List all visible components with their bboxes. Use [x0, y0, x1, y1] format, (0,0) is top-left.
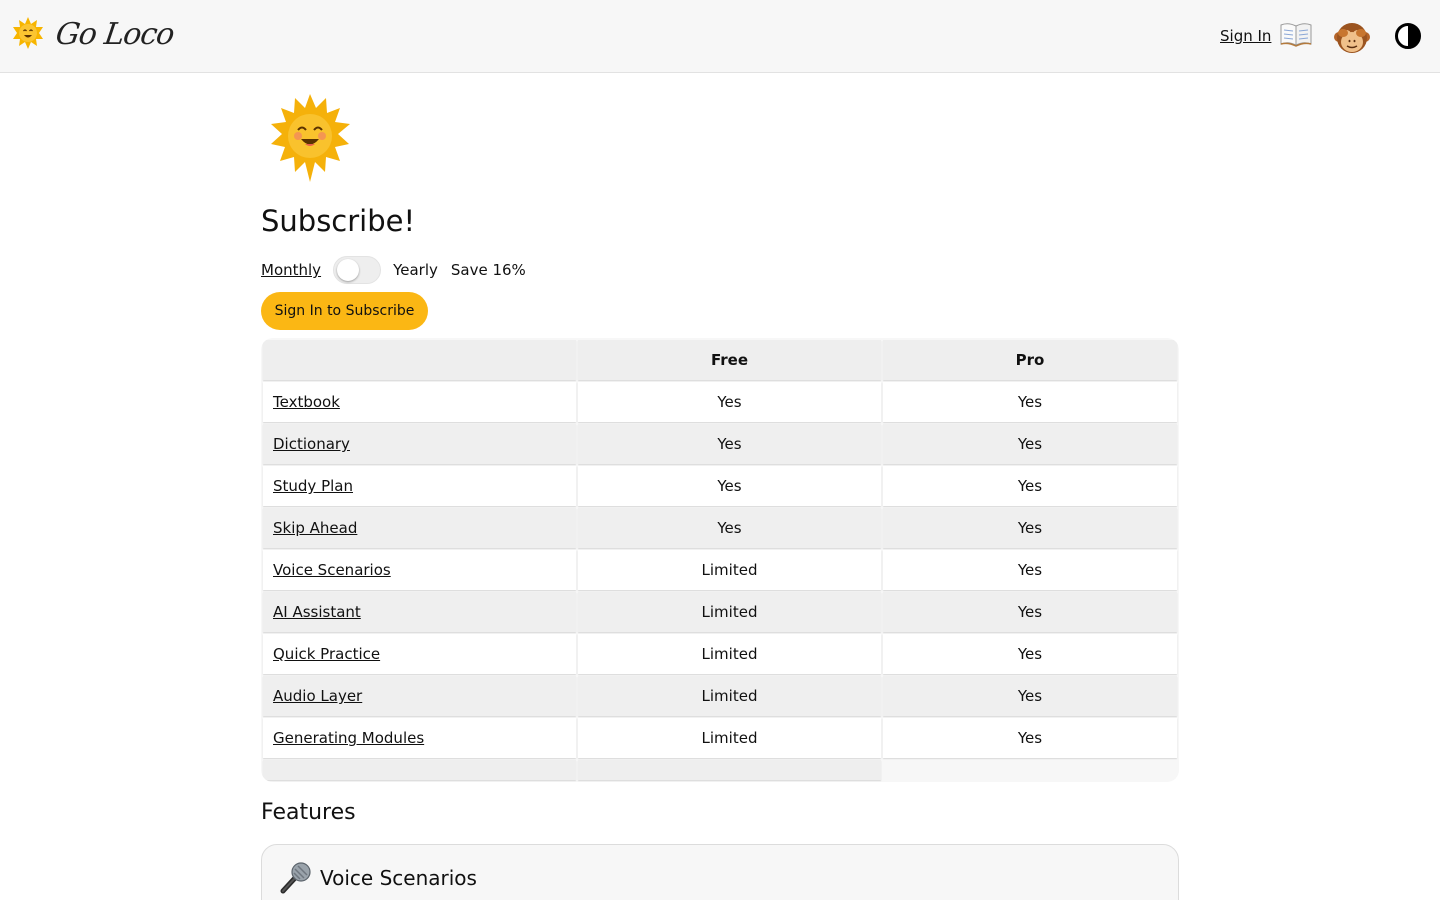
feature-link[interactable]: Quick Practice	[273, 645, 380, 663]
savings-note: Save 16%	[450, 261, 526, 279]
column-header-free: Free	[578, 340, 881, 380]
free-plan-cell: Yes	[578, 466, 881, 506]
book-icon[interactable]	[1280, 21, 1312, 47]
feature-cell: Quick Practice	[263, 634, 576, 674]
empty-cell	[883, 760, 1177, 780]
free-plan-cell: Yes	[578, 508, 881, 548]
brand-name: Go Loco	[53, 16, 176, 52]
feature-cell: Generating Modules	[263, 718, 576, 758]
billing-period-toggle[interactable]	[333, 256, 382, 284]
free-plan-cell: Limited	[578, 676, 881, 716]
table-row: Generating Modules Limited Yes	[263, 718, 1177, 758]
features-heading: Features	[261, 800, 356, 825]
free-plan-cell: Yes	[578, 382, 881, 422]
microphone-icon	[278, 861, 312, 895]
sign-in-to-subscribe-button[interactable]: Sign In to Subscribe	[261, 292, 428, 330]
yearly-option[interactable]: Yearly	[393, 261, 438, 279]
monkey-icon[interactable]	[1334, 20, 1370, 56]
top-navigation-bar: Go Loco Sign In	[0, 0, 1440, 73]
free-plan-cell: Limited	[578, 718, 881, 758]
feature-cell: Dictionary	[263, 424, 576, 464]
free-plan-cell: Limited	[578, 550, 881, 590]
empty-cell	[263, 760, 576, 780]
feature-link[interactable]: Generating Modules	[273, 729, 424, 747]
free-plan-cell: Yes	[578, 424, 881, 464]
column-header-pro: Pro	[883, 340, 1177, 380]
pro-plan-cell: Yes	[883, 550, 1177, 590]
sign-in-link[interactable]: Sign In	[1220, 27, 1271, 45]
feature-cell: Skip Ahead	[263, 508, 576, 548]
table-row: Textbook Yes Yes	[263, 382, 1177, 422]
feature-link[interactable]: AI Assistant	[273, 603, 361, 621]
table-row: Study Plan Yes Yes	[263, 466, 1177, 506]
theme-toggle-button[interactable]	[1395, 23, 1421, 49]
pro-plan-cell: Yes	[883, 424, 1177, 464]
brand-logo-link[interactable]: Go Loco	[12, 14, 176, 54]
toggle-knob	[337, 259, 360, 281]
feature-card-voice-scenarios[interactable]: Voice Scenarios	[261, 844, 1179, 900]
feature-link[interactable]: Study Plan	[273, 477, 353, 495]
page-title: Subscribe!	[261, 204, 416, 238]
feature-cell: Study Plan	[263, 466, 576, 506]
pro-plan-cell: Yes	[883, 634, 1177, 674]
feature-link[interactable]: Skip Ahead	[273, 519, 357, 537]
plan-comparison-table: Free Pro Textbook Yes Yes Dictionary Yes Yes S…	[261, 338, 1179, 782]
feature-cell: Voice Scenarios	[263, 550, 576, 590]
table-footer-row	[263, 760, 1177, 780]
pro-plan-cell: Yes	[883, 466, 1177, 506]
feature-link[interactable]: Voice Scenarios	[273, 561, 391, 579]
table-row: Audio Layer Limited Yes	[263, 676, 1177, 716]
feature-cell: Textbook	[263, 382, 576, 422]
feature-link[interactable]: Dictionary	[273, 435, 350, 453]
empty-cell	[578, 760, 881, 780]
free-plan-cell: Limited	[578, 634, 881, 674]
free-plan-cell: Limited	[578, 592, 881, 632]
monthly-option[interactable]: Monthly	[261, 261, 321, 279]
pro-plan-cell: Yes	[883, 592, 1177, 632]
plan-table-body: Textbook Yes Yes Dictionary Yes Yes Study Plan…	[263, 382, 1177, 780]
feature-cell: Audio Layer	[263, 676, 576, 716]
table-row: AI Assistant Limited Yes	[263, 592, 1177, 632]
sun-icon	[270, 92, 352, 184]
table-header-row: Free Pro	[263, 340, 1177, 380]
sun-icon	[12, 14, 44, 54]
table-row: Quick Practice Limited Yes	[263, 634, 1177, 674]
pro-plan-cell: Yes	[883, 676, 1177, 716]
pro-plan-cell: Yes	[883, 508, 1177, 548]
billing-period-selector: Monthly Yearly Save 16%	[261, 256, 526, 284]
feature-cell: AI Assistant	[263, 592, 576, 632]
pro-plan-cell: Yes	[883, 718, 1177, 758]
feature-link[interactable]: Textbook	[273, 393, 340, 411]
table-row: Dictionary Yes Yes	[263, 424, 1177, 464]
table-row: Skip Ahead Yes Yes	[263, 508, 1177, 548]
pro-plan-cell: Yes	[883, 382, 1177, 422]
feature-link[interactable]: Audio Layer	[273, 687, 362, 705]
table-row: Voice Scenarios Limited Yes	[263, 550, 1177, 590]
column-header-feature	[263, 340, 576, 380]
feature-card-title: Voice Scenarios	[320, 866, 477, 890]
